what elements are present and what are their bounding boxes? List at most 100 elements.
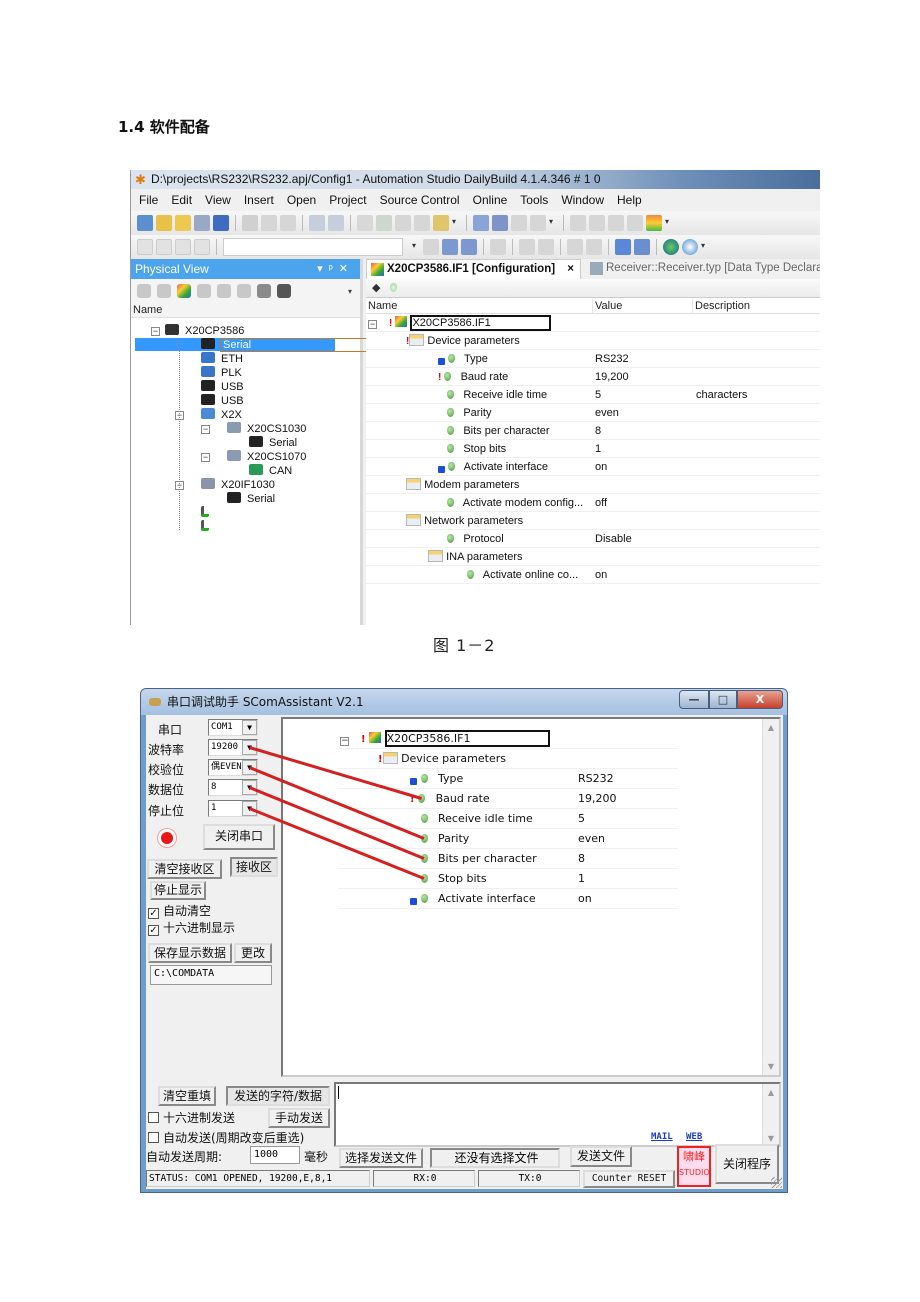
transfer-icon[interactable] — [511, 215, 527, 231]
send-file-button[interactable]: 发送文件 — [570, 1146, 632, 1167]
row-value-cell[interactable]: 5 — [595, 386, 601, 404]
dropdown-arrow-icon[interactable]: ▼ — [242, 760, 257, 775]
grid-row[interactable]: Modem parameters — [366, 476, 820, 494]
row-value-cell[interactable]: even — [578, 829, 605, 849]
find-combo[interactable] — [223, 238, 403, 256]
toolbar-icon[interactable] — [197, 284, 211, 298]
navigate-icon[interactable]: ◆ — [372, 282, 380, 294]
row-value-cell[interactable]: RS232 — [578, 769, 614, 789]
row-value-cell[interactable]: even — [595, 404, 619, 422]
row-value-cell[interactable]: 1 — [578, 869, 585, 889]
tree-item[interactable]: CAN — [249, 464, 292, 477]
tab-close-icon[interactable]: × — [567, 260, 574, 279]
grid-row[interactable]: Activate online co... on — [366, 566, 820, 584]
menu-window[interactable]: Window — [561, 193, 604, 207]
save-all-icon[interactable] — [213, 215, 229, 231]
send-scrollbar[interactable]: ▲ ▼ — [762, 1084, 779, 1145]
checkbox-icon[interactable]: ✓ — [148, 925, 159, 936]
grid-row[interactable]: ! Baud rate 19,200 — [338, 789, 678, 809]
column-header-name[interactable]: Name — [131, 303, 360, 318]
grid-row[interactable]: Protocol Disable — [366, 530, 820, 548]
tab-configuration[interactable]: X20CP3586.IF1 [Configuration] × — [366, 259, 581, 279]
connect-icon[interactable] — [277, 284, 291, 298]
row-value-cell[interactable]: 19,200 — [595, 368, 629, 386]
scroll-up-icon[interactable]: ▲ — [763, 1088, 779, 1097]
row-value-cell[interactable]: 5 — [578, 809, 585, 829]
checkbox-icon[interactable] — [148, 1132, 159, 1143]
replace-icon[interactable] — [490, 239, 506, 255]
sort-ascending-icon[interactable] — [519, 239, 535, 255]
tree-item[interactable] — [201, 506, 215, 519]
parity-select[interactable]: 偶EVEN ▼ — [208, 759, 258, 776]
mail-link[interactable]: MAIL — [651, 1132, 673, 1142]
clear-receive-button[interactable]: 清空接收区 — [147, 859, 222, 879]
receive-scrollbar[interactable]: ▲ ▼ — [762, 719, 779, 1075]
open-folder-icon[interactable] — [175, 215, 191, 231]
toolbar-overflow-icon[interactable]: ▾ — [452, 217, 460, 229]
menu-view[interactable]: View — [205, 193, 231, 207]
window-icon[interactable] — [137, 239, 153, 255]
hex-send-checkbox[interactable]: 十六进制发送 — [148, 1109, 235, 1126]
cut-icon[interactable] — [242, 215, 258, 231]
stop-bits-select[interactable]: 1 ▼ — [208, 800, 258, 817]
hex-display-checkbox[interactable]: ✓ 十六进制显示 — [148, 919, 235, 936]
globe-icon[interactable] — [663, 239, 679, 255]
configuration-icon[interactable] — [177, 284, 191, 298]
scroll-up-icon[interactable]: ▲ — [763, 723, 779, 732]
scroll-down-icon[interactable]: ▼ — [763, 1134, 779, 1143]
rebuild-icon[interactable] — [492, 215, 508, 231]
tree-item[interactable]: USB — [201, 394, 244, 407]
find-combo-dropdown-icon[interactable]: ▾ — [412, 241, 420, 253]
dropdown-arrow-icon[interactable]: ▼ — [242, 720, 257, 735]
menu-insert[interactable]: Insert — [244, 193, 274, 207]
tree-item[interactable]: X20IF1030 — [201, 478, 275, 491]
row-value-cell[interactable]: 19,200 — [578, 789, 617, 809]
row-value-cell[interactable]: off — [595, 494, 607, 512]
auto-send-checkbox[interactable]: 自动发送(周期改变后重选) — [148, 1129, 304, 1146]
auto-clear-checkbox[interactable]: ✓ 自动清空 — [148, 902, 211, 919]
data-bits-select[interactable]: 8 ▼ — [208, 779, 258, 796]
change-path-button[interactable]: 更改 — [234, 943, 272, 963]
toolbar-icon[interactable] — [237, 284, 251, 298]
tree-item[interactable]: X2X — [201, 408, 242, 421]
row-value-cell[interactable]: 8 — [595, 422, 601, 440]
grid-row[interactable]: Stop bits 1 — [338, 869, 678, 889]
minimize-button[interactable]: — — [679, 690, 709, 709]
collapse-icon[interactable]: − — [340, 737, 349, 746]
clear-refill-button[interactable]: 清空重填 — [158, 1086, 216, 1106]
tree-item[interactable]: USB — [201, 380, 244, 393]
send-input[interactable]: ▲ ▼ — [334, 1082, 781, 1147]
column-header-name[interactable]: Name — [366, 299, 593, 313]
grid-row[interactable]: Type RS232 — [366, 350, 820, 368]
web-link[interactable]: WEB — [686, 1132, 702, 1142]
copy-icon[interactable] — [261, 215, 277, 231]
row-value-cell[interactable]: on — [595, 566, 607, 584]
panel-close-icon[interactable]: ✕ — [339, 263, 354, 275]
redo-icon[interactable] — [328, 215, 344, 231]
checkbox-icon[interactable] — [148, 1112, 159, 1123]
row-value-cell[interactable]: Disable — [595, 530, 632, 548]
tree-item[interactable]: Serial — [135, 338, 383, 352]
warm-restart-icon[interactable] — [608, 215, 624, 231]
tree-item[interactable]: X20CS1030 — [227, 422, 306, 435]
grid-row[interactable]: Parity even — [338, 829, 678, 849]
row-value-cell[interactable]: 8 — [578, 849, 585, 869]
dropdown-arrow-icon[interactable]: ▼ — [242, 780, 257, 795]
tree-item[interactable]: X20CS1070 — [227, 450, 306, 463]
tree-item[interactable] — [201, 520, 215, 533]
toolbar-icon[interactable] — [137, 284, 151, 298]
grid-row[interactable]: Bits per character 8 — [366, 422, 820, 440]
find-next-icon[interactable] — [442, 239, 458, 255]
close-button[interactable]: X — [737, 690, 783, 709]
comment-icon[interactable] — [175, 239, 191, 255]
receive-area-toggle[interactable]: 接收区 — [230, 857, 278, 877]
refresh-icon[interactable] — [376, 215, 392, 231]
grid-row[interactable]: Stop bits 1 — [366, 440, 820, 458]
pin-icon[interactable]: ᵖ — [329, 263, 339, 275]
close-port-button[interactable]: 关闭串口 — [203, 824, 275, 850]
find-icon[interactable] — [423, 239, 439, 255]
menu-tools[interactable]: Tools — [520, 193, 548, 207]
sort-descending-icon[interactable] — [538, 239, 554, 255]
grid-row[interactable]: −! X20CP3586.IF1 — [366, 314, 820, 332]
tree-item[interactable]: PLK — [201, 366, 242, 379]
